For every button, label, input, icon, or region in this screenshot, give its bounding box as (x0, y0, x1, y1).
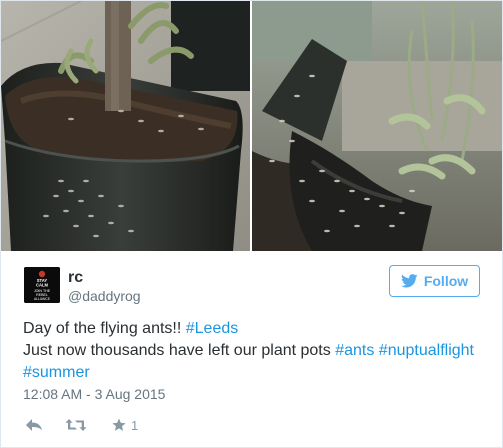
tweet-text-line: Day of the flying ants!! #Leeds (23, 318, 493, 340)
tweet-text-line: #summer (23, 362, 493, 384)
star-icon (112, 418, 126, 431)
rebel-alliance-icon (38, 270, 46, 278)
tweet-card: STAY CALM JOIN THE REBEL ALLIANCE rc @da… (0, 0, 503, 448)
photo-ants-on-pot[interactable] (252, 1, 502, 251)
follow-button[interactable]: Follow (389, 265, 480, 297)
tweet-text: Day of the flying ants!! #Leeds Just now… (23, 318, 493, 384)
hashtag-ants[interactable]: #ants (335, 342, 374, 359)
retweet-button[interactable] (65, 415, 87, 435)
twitter-bird-icon (400, 274, 418, 288)
avatar-text-1: CALM (36, 283, 49, 288)
hashtag-leeds[interactable]: #Leeds (186, 320, 239, 337)
text-segment: Just now thousands have left our plant p… (23, 342, 336, 359)
display-name[interactable]: rc (68, 269, 83, 287)
hashtag-nuptualflight[interactable]: #nuptualflight (379, 342, 474, 359)
avatar-text-4: ALLIANCE (34, 297, 51, 301)
tweet-text-line: Just now thousands have left our plant p… (23, 340, 493, 362)
user-handle[interactable]: @daddyrog (68, 288, 141, 304)
reply-button[interactable] (25, 415, 43, 435)
tweet-photos (1, 1, 502, 251)
reply-icon (26, 419, 42, 431)
favorite-button[interactable]: 1 (112, 415, 138, 435)
text-segment: Day of the flying ants!! (23, 320, 186, 337)
avatar[interactable]: STAY CALM JOIN THE REBEL ALLIANCE (24, 267, 60, 303)
photo-plant-pot[interactable] (1, 1, 250, 251)
retweet-icon (65, 419, 87, 431)
tweet-timestamp[interactable]: 12:08 AM - 3 Aug 2015 (23, 386, 165, 402)
hashtag-summer[interactable]: #summer (23, 364, 90, 381)
favorite-count: 1 (131, 417, 139, 433)
follow-label: Follow (423, 273, 469, 289)
